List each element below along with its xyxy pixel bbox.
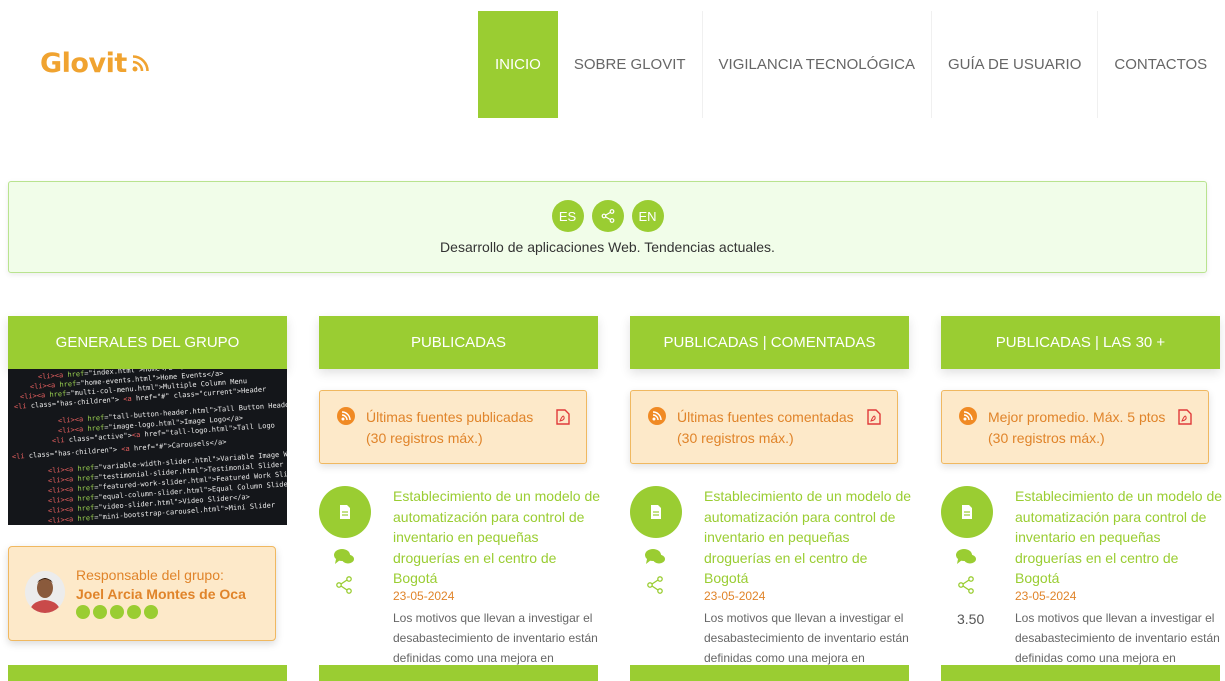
- instagram-icon[interactable]: [127, 605, 141, 619]
- logo-text: Glovit: [40, 48, 127, 79]
- pdf-icon[interactable]: [867, 409, 881, 425]
- nav-guia-de-usuario[interactable]: GUÍA DE USUARIO: [932, 11, 1099, 118]
- source-subtitle: (30 registros máx.): [677, 430, 794, 446]
- source-title: Mejor promedio. Máx. 5 ptos: [988, 409, 1166, 425]
- group-banner: ES EN Desarrollo de aplicaciones Web. Te…: [8, 181, 1207, 273]
- avatar: [25, 571, 65, 613]
- document-icon: [962, 505, 972, 519]
- source-subtitle: (30 registros máx.): [988, 430, 1105, 446]
- group-heading: GENERALES DEL GRUPO: [8, 316, 287, 369]
- item-title-link[interactable]: Establecimiento de un modelo de automati…: [1015, 486, 1225, 589]
- responsible-card: Responsable del grupo: Joel Arcia Montes…: [8, 546, 276, 641]
- globe-icon[interactable]: [144, 605, 158, 619]
- language-switcher: ES EN: [9, 200, 1206, 232]
- comments-icon[interactable]: [955, 548, 977, 566]
- nav-inicio[interactable]: INICIO: [478, 11, 558, 118]
- document-button[interactable]: [319, 486, 371, 538]
- rating-value: 3.50: [957, 611, 985, 627]
- nav-contactos[interactable]: CONTACTOS: [1098, 11, 1223, 118]
- lang-es-button[interactable]: ES: [551, 200, 584, 232]
- column-footer-bar: [8, 665, 287, 681]
- column-footer-bar: [941, 665, 1220, 681]
- document-button[interactable]: [941, 486, 993, 538]
- rss-icon: [337, 407, 355, 425]
- item-description: Los motivos que llevan a investigar el d…: [393, 611, 598, 665]
- published-column: PUBLICADAS Últimas fuentes publicadas (3…: [319, 316, 600, 681]
- group-subtitle: Desarrollo de aplicaciones Web. Tendenci…: [440, 239, 775, 255]
- source-box[interactable]: Mejor promedio. Máx. 5 ptos (30 registro…: [941, 390, 1209, 464]
- share-icon[interactable]: [335, 576, 353, 594]
- nav-vigilancia-tecnologica[interactable]: VIGILANCIA TECNOLÓGICA: [703, 11, 932, 118]
- logo[interactable]: Glovit: [40, 48, 149, 79]
- column-heading: PUBLICADAS | COMENTADAS: [630, 316, 909, 369]
- source-title: Últimas fuentes comentadas: [677, 409, 854, 425]
- responsible-label: Responsable del grupo:: [76, 567, 224, 583]
- item-date: 23-05-2024: [393, 589, 455, 603]
- document-icon: [340, 505, 350, 519]
- group-column: GENERALES DEL GRUPO <li><a href="index.h…: [8, 316, 287, 681]
- rss-icon: [648, 407, 666, 425]
- responsible-name: Joel Arcia Montes de Oca: [76, 586, 246, 602]
- item-description: Los motivos que llevan a investigar el d…: [704, 611, 909, 665]
- share-icon[interactable]: [646, 576, 664, 594]
- share-icon[interactable]: [957, 576, 975, 594]
- commented-column: PUBLICADAS | COMENTADAS Últimas fuentes …: [630, 316, 911, 681]
- item-date: 23-05-2024: [704, 589, 766, 603]
- source-title: Últimas fuentes publicadas: [366, 409, 534, 425]
- item-description: Los motivos que llevan a investigar el d…: [1015, 611, 1220, 665]
- column-footer-bar: [319, 665, 598, 681]
- source-subtitle: (30 registros máx.): [366, 430, 483, 446]
- column-heading: PUBLICADAS | LAS 30 +: [941, 316, 1220, 369]
- social-links: [76, 605, 158, 619]
- column-heading: PUBLICADAS: [319, 316, 598, 369]
- comments-icon[interactable]: [333, 548, 355, 566]
- telegram-icon[interactable]: [110, 605, 124, 619]
- document-icon: [651, 505, 661, 519]
- nav-sobre-glovit[interactable]: SOBRE GLOVIT: [558, 11, 703, 118]
- comments-icon[interactable]: [644, 548, 666, 566]
- document-button[interactable]: [630, 486, 682, 538]
- item-title-link[interactable]: Establecimiento de un modelo de automati…: [704, 486, 914, 589]
- share-button[interactable]: [591, 200, 624, 232]
- top30-column: PUBLICADAS | LAS 30 + Mejor promedio. Má…: [941, 316, 1222, 681]
- code-image: <li><a href="index.html">Home</a></li> <…: [8, 369, 287, 525]
- lang-en-button[interactable]: EN: [631, 200, 664, 232]
- source-box[interactable]: Últimas fuentes publicadas (30 registros…: [319, 390, 587, 464]
- item-title-link[interactable]: Establecimiento de un modelo de automati…: [393, 486, 603, 589]
- facebook-icon[interactable]: [76, 605, 90, 619]
- main-nav: INICIO SOBRE GLOVIT VIGILANCIA TECNOLÓGI…: [478, 11, 1223, 118]
- rss-icon: [132, 54, 149, 71]
- pdf-icon[interactable]: [1178, 409, 1192, 425]
- item-date: 23-05-2024: [1015, 589, 1077, 603]
- share-icon: [601, 209, 614, 223]
- source-box[interactable]: Últimas fuentes comentadas (30 registros…: [630, 390, 898, 464]
- rss-icon: [959, 407, 977, 425]
- whatsapp-icon[interactable]: [93, 605, 107, 619]
- column-footer-bar: [630, 665, 909, 681]
- pdf-icon[interactable]: [556, 409, 570, 425]
